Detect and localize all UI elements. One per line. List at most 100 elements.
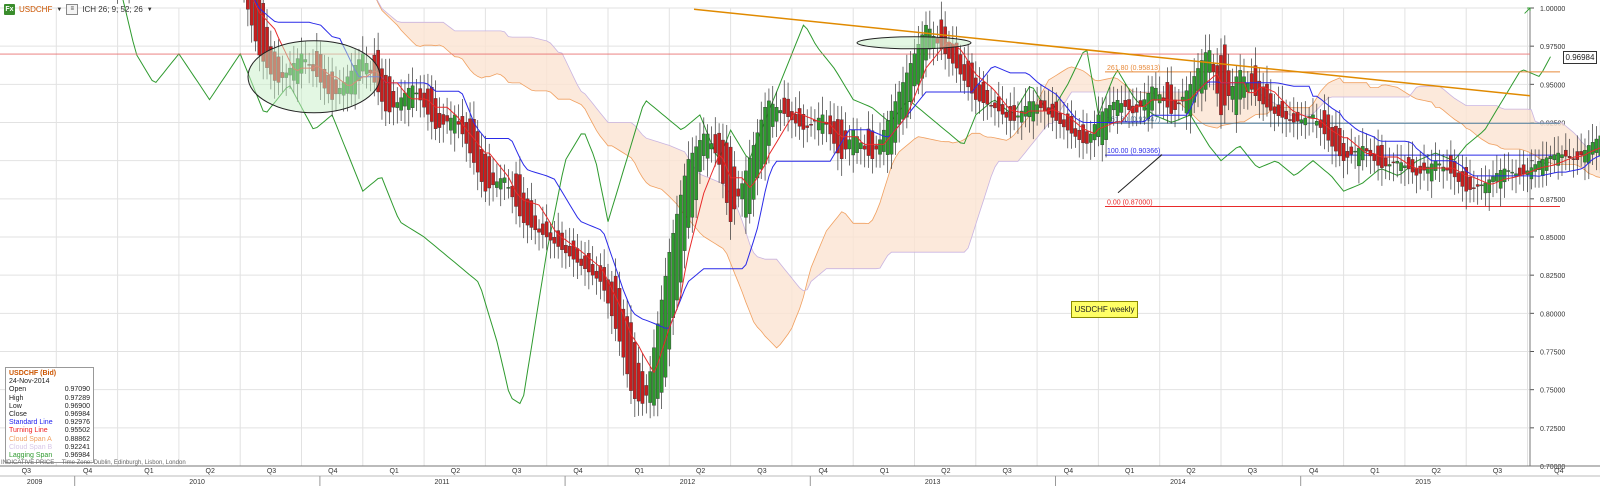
candle-body bbox=[1223, 44, 1227, 106]
legend-row: High 0.97289 bbox=[9, 395, 90, 403]
candle-body bbox=[678, 194, 683, 283]
fx-icon[interactable]: Fx bbox=[4, 4, 15, 15]
year-label: 2013 bbox=[925, 479, 941, 486]
x-tick-label: Q3 bbox=[512, 468, 521, 475]
candle-body bbox=[1004, 111, 1009, 118]
candle-body bbox=[694, 146, 698, 201]
candle-body bbox=[1364, 148, 1369, 152]
candle-body bbox=[996, 96, 1001, 112]
candle-body bbox=[1567, 156, 1572, 159]
candle-body bbox=[889, 110, 894, 155]
legend-rows: Open 0.97090 High 0.97289 Low 0.96900 Close 0.9… bbox=[9, 386, 90, 460]
data-legend: USDCHF (Bid) 24-Nov-2014 Open 0.97090 High… bbox=[5, 367, 94, 464]
legend-label: Close bbox=[9, 411, 27, 419]
indicator-dropdown-icon[interactable]: ▼ bbox=[147, 7, 153, 13]
candle-body bbox=[690, 152, 695, 218]
candle-body bbox=[636, 362, 641, 402]
candle-body bbox=[1291, 113, 1296, 123]
candle-body bbox=[801, 114, 806, 130]
candle-body bbox=[1016, 115, 1020, 118]
candle-body bbox=[1579, 151, 1583, 156]
symbol-label[interactable]: USDCHF bbox=[19, 5, 52, 14]
candle-body bbox=[751, 145, 756, 200]
highlight-ellipse-top bbox=[856, 36, 972, 50]
candle-body bbox=[701, 133, 706, 156]
x-tick-label: Q4 bbox=[1309, 468, 1318, 475]
candle-body bbox=[1472, 187, 1476, 189]
ichimoku-icon[interactable]: ≡ bbox=[66, 4, 79, 15]
candle-body bbox=[1590, 142, 1595, 155]
indicator-label[interactable]: ICH 26; 9; 52; 26 bbox=[82, 5, 142, 14]
candle-body bbox=[1548, 156, 1553, 159]
candle-body bbox=[1322, 110, 1327, 135]
candle-body bbox=[1564, 149, 1568, 157]
candle-body bbox=[583, 255, 587, 270]
chart-note[interactable]: USDCHF weekly bbox=[1071, 301, 1138, 318]
candle-body bbox=[1414, 168, 1419, 176]
candle-body bbox=[560, 232, 564, 250]
candle-body bbox=[1506, 170, 1511, 172]
candle-body bbox=[1196, 68, 1200, 92]
candle-body bbox=[452, 114, 457, 134]
legend-value: 0.88862 bbox=[64, 435, 90, 443]
candle-body bbox=[1529, 167, 1534, 180]
symbol-dropdown-icon[interactable]: ▼ bbox=[56, 7, 62, 13]
candle-body bbox=[993, 102, 997, 109]
candle-body bbox=[483, 153, 488, 192]
candle-body bbox=[1123, 100, 1128, 107]
candle-body bbox=[1261, 86, 1265, 105]
candle-body bbox=[1406, 157, 1411, 170]
candle-body bbox=[529, 200, 534, 228]
x-tick-label: Q1 bbox=[880, 468, 889, 475]
candle-body bbox=[564, 245, 568, 254]
candle-body bbox=[1544, 157, 1549, 171]
candle-body bbox=[740, 183, 744, 200]
x-tick-label: Q2 bbox=[451, 468, 460, 475]
candle-body bbox=[759, 119, 764, 170]
legend-row: Open 0.97090 bbox=[9, 386, 90, 394]
candle-body bbox=[686, 159, 691, 228]
candle-body bbox=[1468, 177, 1472, 190]
candle-body bbox=[774, 107, 779, 122]
trend-arrow-icon[interactable]: ↗ bbox=[1523, 4, 1532, 17]
candle-body bbox=[1345, 151, 1350, 158]
candle-body bbox=[506, 187, 511, 189]
legend-row: Turning Line 0.95502 bbox=[9, 427, 90, 435]
candle-body bbox=[797, 108, 802, 127]
y-tick-label: 0.82500 bbox=[1540, 273, 1565, 280]
candle-body bbox=[977, 84, 982, 102]
candle-body bbox=[1042, 100, 1047, 112]
candle-body bbox=[1387, 164, 1392, 167]
candle-body bbox=[552, 237, 557, 244]
candle-body bbox=[786, 98, 790, 117]
year-label: 2012 bbox=[680, 479, 696, 486]
candle-body bbox=[1154, 87, 1158, 101]
candle-body bbox=[698, 140, 702, 172]
candle-body bbox=[1111, 101, 1116, 111]
candle-body bbox=[571, 240, 576, 260]
year-label: 2010 bbox=[189, 479, 205, 486]
x-tick-label: Q3 bbox=[267, 468, 276, 475]
year-label: 2011 bbox=[434, 479, 449, 486]
candle-body bbox=[1357, 147, 1361, 167]
candle-body bbox=[805, 125, 810, 128]
candle-body bbox=[567, 245, 572, 257]
legend-value: 0.97289 bbox=[64, 394, 90, 402]
candle-body bbox=[1062, 119, 1066, 128]
candle-body bbox=[1257, 80, 1262, 102]
candle-body bbox=[1073, 128, 1078, 137]
legend-label: Open bbox=[9, 386, 27, 394]
candle-body bbox=[1173, 99, 1177, 110]
x-tick-label: Q2 bbox=[206, 468, 215, 475]
candle-body bbox=[1403, 165, 1407, 168]
candle-body bbox=[537, 228, 541, 233]
candle-body bbox=[533, 215, 538, 231]
legend-label: Lagging Span bbox=[9, 452, 53, 460]
candle-body bbox=[1349, 146, 1354, 155]
candle-body bbox=[732, 166, 737, 210]
y-tick-label: 0.77500 bbox=[1540, 350, 1565, 357]
candle-body bbox=[410, 85, 415, 108]
candle-body bbox=[905, 72, 909, 118]
candle-body bbox=[1169, 84, 1173, 114]
legend-label: Standard Line bbox=[9, 419, 53, 427]
